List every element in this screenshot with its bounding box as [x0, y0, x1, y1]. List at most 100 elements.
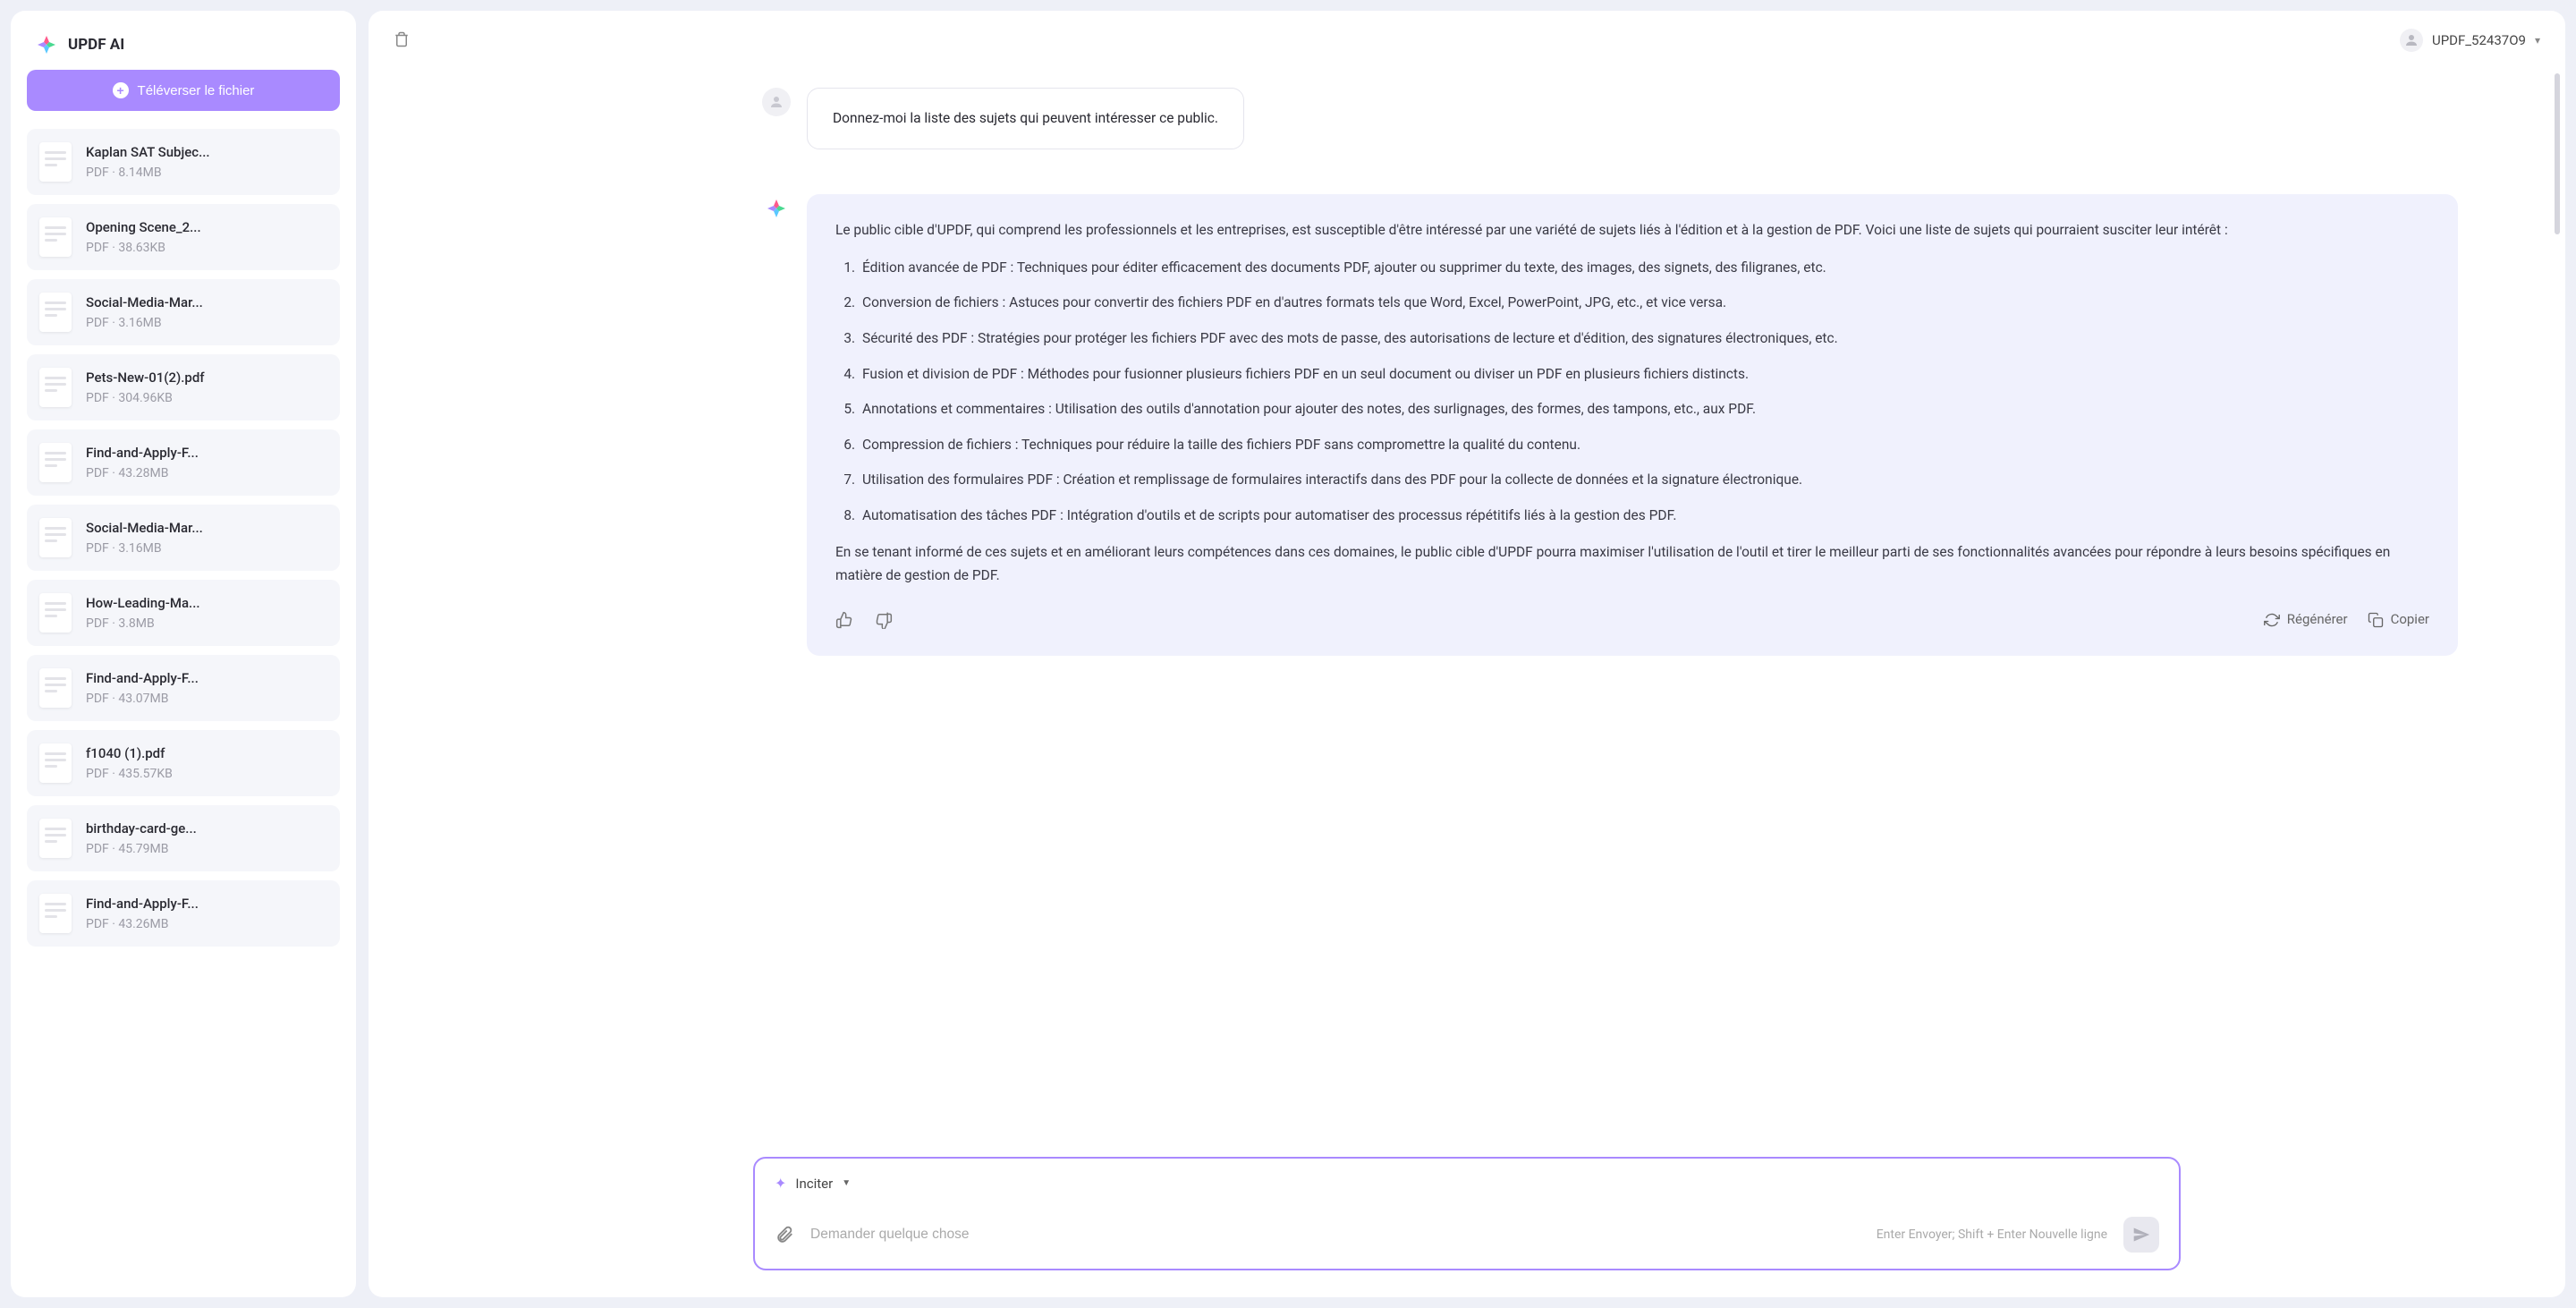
scrollbar[interactable]: [2555, 73, 2560, 234]
ai-list-item: Édition avancée de PDF : Techniques pour…: [859, 257, 2429, 280]
message-input[interactable]: [810, 1227, 1860, 1243]
ai-list-item: Conversion de fichiers : Astuces pour co…: [859, 292, 2429, 315]
avatar-icon: [2400, 29, 2423, 52]
upload-label: Téléverser le fichier: [138, 83, 255, 98]
user-avatar-icon: [762, 88, 791, 116]
file-name: How-Leading-Ma...: [86, 595, 200, 611]
refresh-icon: [2264, 612, 2280, 628]
file-meta: PDF · 3.16MB: [86, 316, 203, 330]
file-info: birthday-card-ge... PDF · 45.79MB: [86, 820, 197, 856]
file-icon: [39, 443, 72, 482]
ai-avatar-icon: [762, 194, 791, 223]
file-info: Find-and-Apply-F... PDF · 43.28MB: [86, 445, 199, 480]
upload-icon: +: [113, 82, 129, 98]
file-info: Social-Media-Mar... PDF · 3.16MB: [86, 294, 203, 330]
file-meta: PDF · 8.14MB: [86, 166, 210, 180]
file-item[interactable]: Social-Media-Mar... PDF · 3.16MB: [27, 505, 340, 571]
ai-list: Édition avancée de PDF : Techniques pour…: [835, 257, 2429, 528]
trash-icon[interactable]: [394, 31, 411, 49]
attach-icon[interactable]: [775, 1225, 794, 1244]
file-item[interactable]: Find-and-Apply-F... PDF · 43.28MB: [27, 429, 340, 496]
file-icon: [39, 743, 72, 783]
chevron-down-icon: ▾: [2535, 34, 2540, 47]
chat-area: Donnez-moi la liste des sujets qui peuve…: [369, 70, 2565, 1157]
file-list: Kaplan SAT Subjec... PDF · 8.14MB Openin…: [27, 129, 340, 947]
topbar: UPDF_52437O9 ▾: [369, 11, 2565, 70]
file-info: Pets-New-01(2).pdf PDF · 304.96KB: [86, 369, 205, 405]
file-meta: PDF · 38.63KB: [86, 241, 201, 255]
ai-list-item: Utilisation des formulaires PDF : Créati…: [859, 469, 2429, 492]
input-row: Enter Envoyer; Shift + Enter Nouvelle li…: [775, 1217, 2159, 1253]
file-icon: [39, 819, 72, 858]
file-name: Kaplan SAT Subjec...: [86, 144, 210, 160]
file-name: Pets-New-01(2).pdf: [86, 369, 205, 386]
file-name: Find-and-Apply-F...: [86, 445, 199, 461]
ai-intro: Le public cible d'UPDF, qui comprend les…: [835, 219, 2429, 242]
send-icon: [2132, 1226, 2150, 1244]
ai-list-item: Fusion et division de PDF : Méthodes pou…: [859, 363, 2429, 386]
file-icon: [39, 894, 72, 933]
caret-down-icon: ▼: [842, 1178, 851, 1188]
logo-icon: [36, 34, 57, 55]
file-name: birthday-card-ge...: [86, 820, 197, 837]
main-panel: UPDF_52437O9 ▾ Donnez-moi la liste des s…: [369, 11, 2565, 1297]
copy-button[interactable]: Copier: [2368, 608, 2429, 631]
thumbs-down-icon[interactable]: [875, 610, 894, 630]
file-item[interactable]: Find-and-Apply-F... PDF · 43.07MB: [27, 655, 340, 721]
file-name: Social-Media-Mar...: [86, 520, 203, 536]
inciter-dropdown[interactable]: ✦ Inciter ▼: [775, 1175, 2159, 1192]
ai-list-item: Compression de fichiers : Techniques pou…: [859, 434, 2429, 457]
file-info: How-Leading-Ma... PDF · 3.8MB: [86, 595, 200, 631]
file-meta: PDF · 3.8MB: [86, 616, 200, 631]
sidebar: UPDF AI + Téléverser le fichier Kaplan S…: [11, 11, 356, 1297]
ai-list-item: Annotations et commentaires : Utilisatio…: [859, 398, 2429, 421]
file-item[interactable]: Social-Media-Mar... PDF · 3.16MB: [27, 279, 340, 345]
file-name: f1040 (1).pdf: [86, 745, 173, 761]
logo-row: UPDF AI: [27, 27, 340, 70]
user-message-row: Donnez-moi la liste des sujets qui peuve…: [762, 88, 2458, 149]
file-icon: [39, 368, 72, 407]
file-item[interactable]: How-Leading-Ma... PDF · 3.8MB: [27, 580, 340, 646]
file-info: Kaplan SAT Subjec... PDF · 8.14MB: [86, 144, 210, 180]
user-message: Donnez-moi la liste des sujets qui peuve…: [807, 88, 1244, 149]
username: UPDF_52437O9: [2432, 32, 2526, 48]
file-meta: PDF · 435.57KB: [86, 767, 173, 781]
send-button[interactable]: [2123, 1217, 2159, 1253]
upload-button[interactable]: + Téléverser le fichier: [27, 70, 340, 111]
user-menu[interactable]: UPDF_52437O9 ▾: [2400, 29, 2540, 52]
ai-outro: En se tenant informé de ces sujets et en…: [835, 541, 2429, 587]
file-info: Find-and-Apply-F... PDF · 43.07MB: [86, 670, 199, 706]
file-item[interactable]: Kaplan SAT Subjec... PDF · 8.14MB: [27, 129, 340, 195]
input-area: ✦ Inciter ▼ Enter Envoyer; Shift + Enter…: [753, 1157, 2181, 1270]
input-hint: Enter Envoyer; Shift + Enter Nouvelle li…: [1877, 1227, 2107, 1242]
file-name: Find-and-Apply-F...: [86, 896, 199, 912]
sparkle-icon: ✦: [775, 1175, 786, 1192]
ai-message-row: Le public cible d'UPDF, qui comprend les…: [762, 194, 2458, 656]
file-name: Find-and-Apply-F...: [86, 670, 199, 686]
ai-message: Le public cible d'UPDF, qui comprend les…: [807, 194, 2458, 656]
file-icon: [39, 293, 72, 332]
file-icon: [39, 142, 72, 182]
file-meta: PDF · 304.96KB: [86, 391, 205, 405]
file-item[interactable]: Opening Scene_2... PDF · 38.63KB: [27, 204, 340, 270]
file-info: Opening Scene_2... PDF · 38.63KB: [86, 219, 201, 255]
file-icon: [39, 518, 72, 557]
file-icon: [39, 668, 72, 708]
ai-list-item: Automatisation des tâches PDF : Intégrat…: [859, 505, 2429, 528]
regenerate-button[interactable]: Régénérer: [2264, 608, 2348, 631]
app-name: UPDF AI: [68, 36, 124, 54]
file-name: Opening Scene_2...: [86, 219, 201, 235]
file-item[interactable]: f1040 (1).pdf PDF · 435.57KB: [27, 730, 340, 796]
file-icon: [39, 593, 72, 633]
file-item[interactable]: Pets-New-01(2).pdf PDF · 304.96KB: [27, 354, 340, 420]
thumbs-up-icon[interactable]: [835, 610, 855, 630]
file-info: Social-Media-Mar... PDF · 3.16MB: [86, 520, 203, 556]
file-item[interactable]: Find-and-Apply-F... PDF · 43.26MB: [27, 880, 340, 947]
ai-actions: Régénérer Copier: [835, 608, 2429, 631]
inciter-label: Inciter: [795, 1176, 833, 1192]
file-meta: PDF · 43.28MB: [86, 466, 199, 480]
file-info: f1040 (1).pdf PDF · 435.57KB: [86, 745, 173, 781]
file-info: Find-and-Apply-F... PDF · 43.26MB: [86, 896, 199, 931]
file-item[interactable]: birthday-card-ge... PDF · 45.79MB: [27, 805, 340, 871]
file-name: Social-Media-Mar...: [86, 294, 203, 310]
